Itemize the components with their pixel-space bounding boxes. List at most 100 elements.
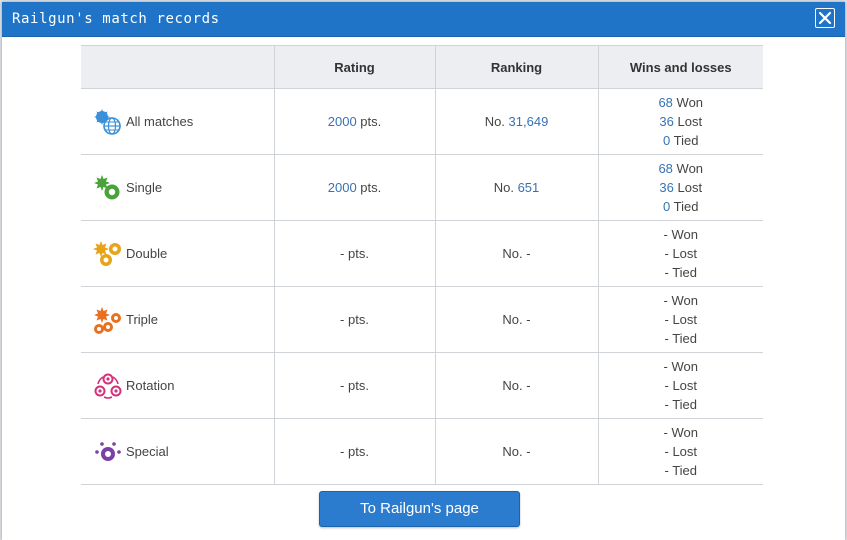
mode-label: Rotation xyxy=(126,378,175,393)
mode-cell: Double xyxy=(81,220,275,287)
tied-label: Tied xyxy=(668,265,698,280)
tied-line: 0 Tied xyxy=(600,197,763,216)
lost-line: 36 Lost xyxy=(600,178,763,197)
mode-label: Special xyxy=(126,444,169,459)
ranking-cell: No. - xyxy=(434,286,599,353)
rating-cell: - pts. xyxy=(273,286,436,353)
tied-label: Tied xyxy=(670,133,699,148)
ranking-value: 31,649 xyxy=(508,114,549,129)
won-label: Won xyxy=(672,161,704,176)
mode-label: Double xyxy=(126,246,168,261)
double-icon xyxy=(93,240,121,266)
won-count: 68 xyxy=(658,161,673,176)
table-header-row: Rating Ranking Wins and losses xyxy=(81,45,763,89)
wins-losses-cell: 68 Won 36 Lost 0 Tied xyxy=(597,154,763,221)
wins-losses-cell: 68 Won 36 Lost 0 Tied xyxy=(597,88,763,155)
lost-line: - Lost xyxy=(600,442,763,461)
mode-cell: Special xyxy=(81,418,275,485)
rating-unit: pts. xyxy=(344,444,369,459)
tied-line: - Tied xyxy=(600,461,763,480)
won-line: 68 Won xyxy=(600,159,763,178)
lost-count: 36 xyxy=(659,114,674,129)
lost-line: - Lost xyxy=(600,244,763,263)
rating-unit: pts. xyxy=(344,246,369,261)
rating-cell: - pts. xyxy=(273,352,436,419)
mode-cell: All matches xyxy=(81,88,275,155)
single-icon xyxy=(94,174,120,199)
all-matches-icon xyxy=(94,108,121,135)
ranking-value: - xyxy=(526,378,531,393)
header-wins-losses: Wins and losses xyxy=(597,45,763,89)
ranking-value: - xyxy=(526,312,531,327)
ranking-cell: No. - xyxy=(434,418,599,485)
ranking-prefix: No. xyxy=(484,114,509,129)
header-mode xyxy=(81,45,275,89)
mode-cell: Rotation xyxy=(81,352,275,419)
rating-cell: 2000 pts. xyxy=(273,154,436,221)
table-row: Special - pts. No. - - Won - Lost - Tied xyxy=(81,418,763,485)
rating-cell: - pts. xyxy=(273,220,436,287)
won-label: Won xyxy=(667,359,698,374)
triple-icon xyxy=(94,306,121,334)
lost-label: Lost xyxy=(673,180,703,195)
won-line: - Won xyxy=(600,423,763,442)
ranking-value: - xyxy=(526,444,531,459)
header-rating: Rating xyxy=(273,45,436,89)
lost-line: 36 Lost xyxy=(600,112,763,131)
mode-cell: Triple xyxy=(81,286,275,353)
rating-cell: - pts. xyxy=(273,418,436,485)
wins-losses-cell: - Won - Lost - Tied xyxy=(597,418,763,485)
table-row: Double - pts. No. - - Won - Lost - Tied xyxy=(81,220,763,287)
wins-losses-cell: - Won - Lost - Tied xyxy=(597,352,763,419)
tied-line: - Tied xyxy=(600,395,763,414)
wins-losses-cell: - Won - Lost - Tied xyxy=(597,286,763,353)
rating-value: 2000 xyxy=(327,114,357,129)
to-profile-page-button[interactable]: To Railgun's page xyxy=(319,491,520,527)
lost-count: 36 xyxy=(659,180,674,195)
ranking-prefix: No. xyxy=(502,312,527,327)
close-button[interactable] xyxy=(815,8,835,28)
won-line: - Won xyxy=(600,291,763,310)
special-icon xyxy=(95,441,121,461)
wins-losses-cell: - Won - Lost - Tied xyxy=(597,220,763,287)
mode-cell: Single xyxy=(81,154,275,221)
header-ranking: Ranking xyxy=(434,45,599,89)
ranking-value: - xyxy=(526,246,531,261)
rotation-icon xyxy=(94,373,122,399)
lost-line: - Lost xyxy=(600,376,763,395)
ranking-cell: No. 651 xyxy=(434,154,599,221)
table-row: Rotation - pts. No. - - Won - Lost - Tie… xyxy=(81,352,763,419)
dialog-titlebar: Railgun's match records xyxy=(2,2,845,37)
lost-label: Lost xyxy=(673,114,703,129)
rating-value: 2000 xyxy=(327,180,357,195)
ranking-prefix: No. xyxy=(502,444,527,459)
lost-label: Lost xyxy=(668,312,698,327)
won-label: Won xyxy=(667,293,698,308)
mode-label: Single xyxy=(126,180,163,195)
rating-unit: pts. xyxy=(344,312,369,327)
won-count: 68 xyxy=(658,95,673,110)
ranking-cell: No. - xyxy=(434,220,599,287)
ranking-prefix: No. xyxy=(502,378,527,393)
table-row: All matches 2000 pts. No. 31,649 68 Won … xyxy=(81,88,763,155)
rating-cell: 2000 pts. xyxy=(273,88,436,155)
tied-label: Tied xyxy=(668,331,698,346)
tied-line: - Tied xyxy=(600,329,763,348)
tied-label: Tied xyxy=(668,397,698,412)
ranking-value: 651 xyxy=(517,180,540,195)
table-row: Triple - pts. No. - - Won - Lost - Tied xyxy=(81,286,763,353)
lost-label: Lost xyxy=(668,378,698,393)
rating-unit: pts. xyxy=(344,378,369,393)
rating-unit: pts. xyxy=(356,114,382,129)
match-records-dialog: Railgun's match records Rating Ranking W… xyxy=(2,2,845,540)
tied-label: Tied xyxy=(670,199,699,214)
table-row: Single 2000 pts. No. 651 68 Won 36 Lost … xyxy=(81,154,763,221)
won-label: Won xyxy=(672,95,704,110)
won-label: Won xyxy=(667,227,698,242)
tied-label: Tied xyxy=(668,463,698,478)
tied-line: 0 Tied xyxy=(600,131,763,150)
mode-label: All matches xyxy=(126,114,194,129)
won-line: 68 Won xyxy=(600,93,763,112)
lost-label: Lost xyxy=(668,444,698,459)
close-icon xyxy=(818,11,832,25)
